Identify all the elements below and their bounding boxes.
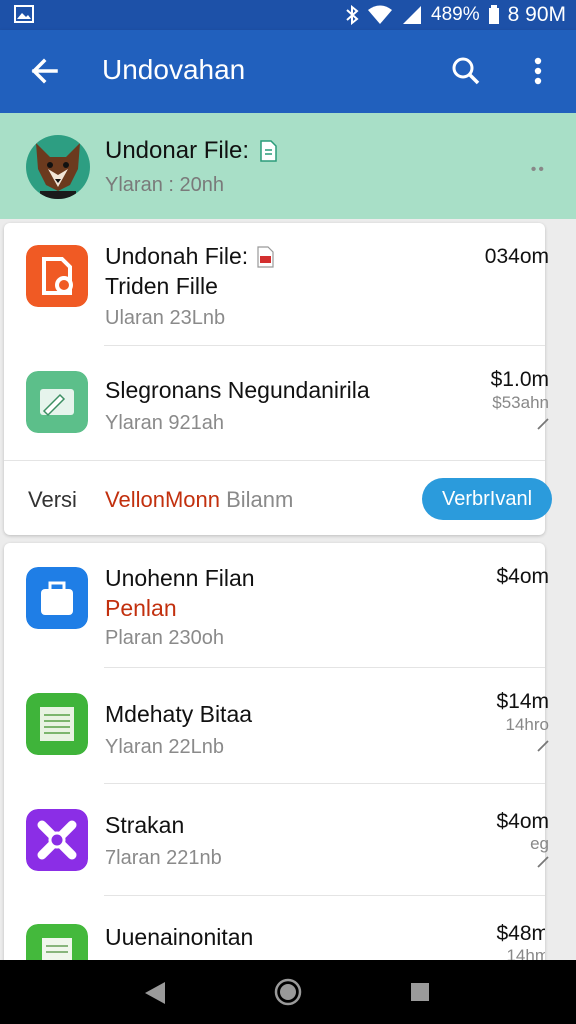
file-card-list: Unohenn Filan Penlan Plaran 230oh $4om M…	[4, 543, 549, 983]
list-item[interactable]: Strakan 7laran 221nb $4om eg	[4, 784, 549, 896]
signal-icon	[403, 6, 422, 24]
status-bar: 489% 8 90M	[0, 0, 576, 30]
avatar	[26, 135, 90, 199]
more-vert-icon[interactable]	[520, 52, 556, 90]
system-nav-bar	[0, 960, 576, 1024]
list-item[interactable]: Unohenn Filan Penlan Plaran 230oh $4om	[4, 543, 549, 668]
status-time: 8 90M	[507, 3, 566, 26]
chevron-right-icon[interactable]	[535, 738, 551, 754]
row-price: $48m	[496, 922, 545, 945]
highlighted-title-text: Undonar File:	[105, 137, 250, 164]
row-price: $4om	[496, 565, 549, 588]
battery-icon	[488, 5, 499, 24]
row-subtitle: Ularan 23Lnb	[105, 307, 226, 329]
row-title: Strakan	[105, 812, 185, 838]
version-value: VellonMonn Bilanm	[105, 487, 293, 513]
version-value-gray: Bilanm	[226, 487, 294, 512]
fox-avatar-icon	[36, 143, 80, 199]
drag-handle-icon[interactable]: ••	[531, 161, 546, 179]
version-label: Versi	[28, 487, 77, 512]
list-item[interactable]: Undonah File: Triden Fille Ularan 23Lnb …	[4, 223, 549, 346]
row-highlight-text: Penlan	[105, 595, 177, 621]
back-arrow-icon[interactable]	[26, 52, 64, 90]
row-price-secondary: 14hro	[505, 715, 549, 734]
highlighted-subtitle: Ylaran : 20nh	[105, 174, 224, 196]
row-subtitle: Ylaran 22Lnb	[105, 736, 224, 758]
row-title-secondary: Triden Fille	[105, 273, 218, 299]
chevron-right-icon[interactable]	[535, 854, 551, 870]
row-title: Uuenainonitan	[105, 924, 254, 950]
row-title: Unohenn Filan	[105, 565, 255, 591]
row-subtitle: 7laran 221nb	[105, 847, 222, 869]
list-item[interactable]: Mdehaty Bitaa Ylaran 22Lnb $14m 14hro	[4, 668, 549, 784]
file-card-primary: Undonah File: Triden Fille Ularan 23Lnb …	[4, 223, 552, 535]
purple-x-app-icon	[26, 809, 88, 871]
highlighted-file-row[interactable]: Undonar File: Ylaran : 20nh ••	[0, 113, 576, 219]
chevron-right-icon[interactable]	[535, 416, 551, 432]
blue-bag-app-icon	[26, 567, 88, 629]
orange-file-app-icon	[26, 245, 88, 307]
search-icon[interactable]	[447, 52, 485, 90]
row-price: $4om	[496, 810, 549, 833]
row-title: Mdehaty Bitaa	[105, 701, 253, 727]
image-icon	[14, 5, 34, 23]
nav-recents-icon[interactable]	[410, 982, 430, 1002]
nav-back-icon[interactable]	[143, 980, 167, 1006]
pdf-document-icon	[257, 245, 274, 268]
row-subtitle: Ylaran 921ah	[105, 412, 224, 434]
row-price-secondary: eg	[530, 834, 549, 853]
green-edit-app-icon	[26, 371, 88, 433]
row-title: Undonah File:	[105, 243, 274, 270]
verify-button[interactable]: VerbrIvanl	[422, 478, 552, 520]
row-price: 034om	[484, 245, 549, 268]
version-row: Versi VellonMonn Bilanm VerbrIvanl	[4, 461, 552, 535]
nav-home-icon[interactable]	[274, 978, 302, 1006]
highlighted-title: Undonar File:	[105, 137, 277, 165]
version-value-red: VellonMonn	[105, 487, 220, 512]
page-title: Undovahan	[102, 54, 246, 85]
row-price-secondary: $53ahn	[492, 393, 549, 412]
green-book-app-icon	[26, 693, 88, 755]
list-item[interactable]: Slegronans Negundanirila Ylaran 921ah $1…	[4, 346, 549, 461]
row-title-text: Undonah File:	[105, 243, 249, 269]
row-subtitle: Plaran 230oh	[105, 627, 224, 649]
battery-percent: 489%	[431, 4, 480, 25]
bluetooth-icon	[346, 5, 359, 25]
row-title: Slegronans Negundanirila	[105, 377, 370, 403]
app-bar: Undovahan	[0, 30, 576, 113]
wifi-icon	[368, 5, 393, 24]
row-price: $14m	[496, 690, 549, 713]
row-price: $1.0m	[490, 368, 549, 391]
document-icon	[260, 140, 277, 162]
